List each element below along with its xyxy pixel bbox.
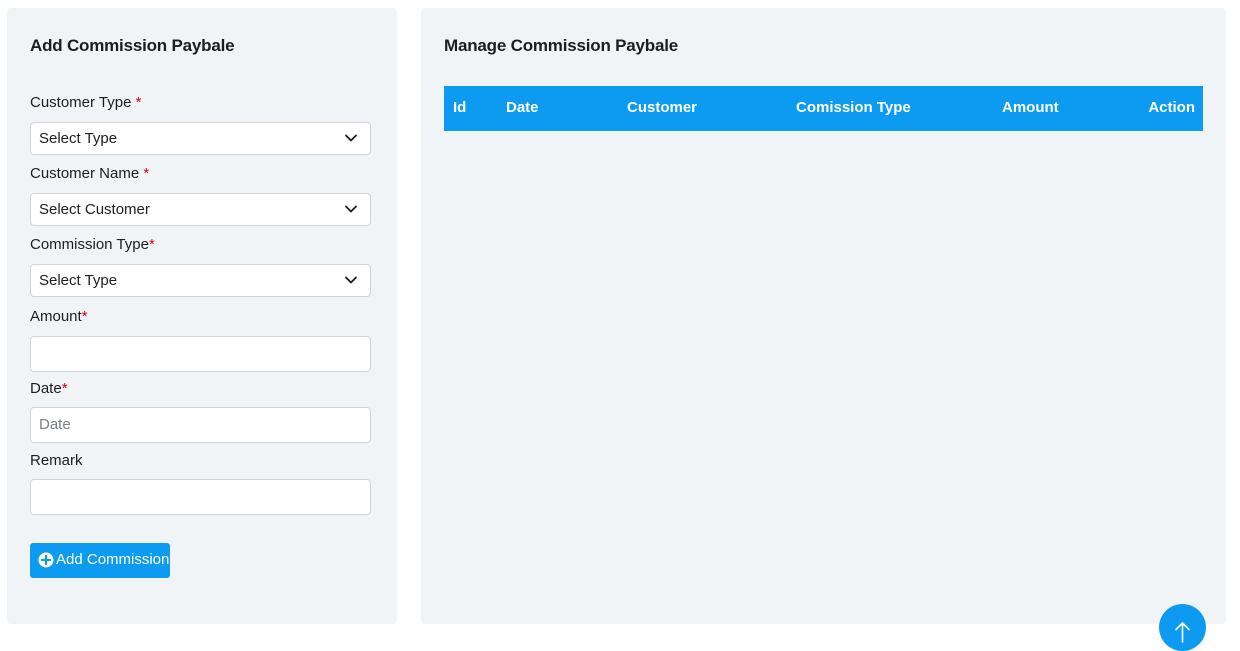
customer-type-label: Customer Type * — [30, 94, 142, 111]
date-input[interactable]: Date — [30, 407, 371, 443]
commission-type-value: Select Type — [39, 272, 118, 289]
required-marker: * — [81, 308, 88, 325]
table-header: Id Date Customer Comission Type Amount A… — [444, 86, 1203, 131]
add-commission-panel: Add Commission Paybale Customer Type * S… — [7, 8, 397, 624]
plus-circle-icon — [38, 552, 54, 568]
customer-type-select[interactable]: Select Type — [30, 122, 371, 155]
required-marker: * — [135, 94, 142, 111]
date-label: Date* — [30, 380, 68, 397]
required-marker: * — [143, 165, 150, 182]
chevron-down-icon — [345, 205, 357, 213]
chevron-down-icon — [345, 134, 357, 142]
add-commission-label: Add Commission — [56, 551, 170, 568]
column-header-amount[interactable]: Amount — [1002, 99, 1059, 116]
commission-type-label: Commission Type* — [30, 236, 155, 253]
manage-commission-panel: Manage Commission Paybale Id Date Custom… — [421, 8, 1226, 624]
customer-name-value: Select Customer — [39, 201, 150, 218]
remark-input[interactable] — [30, 479, 371, 515]
add-commission-button[interactable]: Add Commission — [30, 543, 170, 578]
customer-type-value: Select Type — [39, 130, 118, 147]
column-header-commission-type[interactable]: Comission Type — [796, 99, 911, 116]
customer-name-label: Customer Name * — [30, 165, 150, 182]
remark-label: Remark — [30, 452, 83, 469]
required-marker: * — [148, 236, 155, 253]
commission-type-select[interactable]: Select Type — [30, 264, 371, 297]
column-header-customer[interactable]: Customer — [627, 99, 697, 116]
column-header-id[interactable]: Id — [453, 99, 466, 116]
column-header-date[interactable]: Date — [506, 99, 539, 116]
customer-name-select[interactable]: Select Customer — [30, 193, 371, 226]
add-commission-title: Add Commission Paybale — [30, 36, 235, 55]
column-header-action[interactable]: Action — [1148, 99, 1195, 116]
manage-commission-title: Manage Commission Paybale — [444, 36, 679, 55]
amount-label: Amount* — [30, 308, 88, 325]
arrow-up-icon — [1175, 622, 1190, 643]
scroll-to-top-button[interactable] — [1159, 604, 1206, 651]
required-marker: * — [61, 380, 68, 397]
chevron-down-icon — [345, 276, 357, 284]
amount-input[interactable] — [30, 336, 371, 372]
date-placeholder: Date — [39, 416, 71, 433]
